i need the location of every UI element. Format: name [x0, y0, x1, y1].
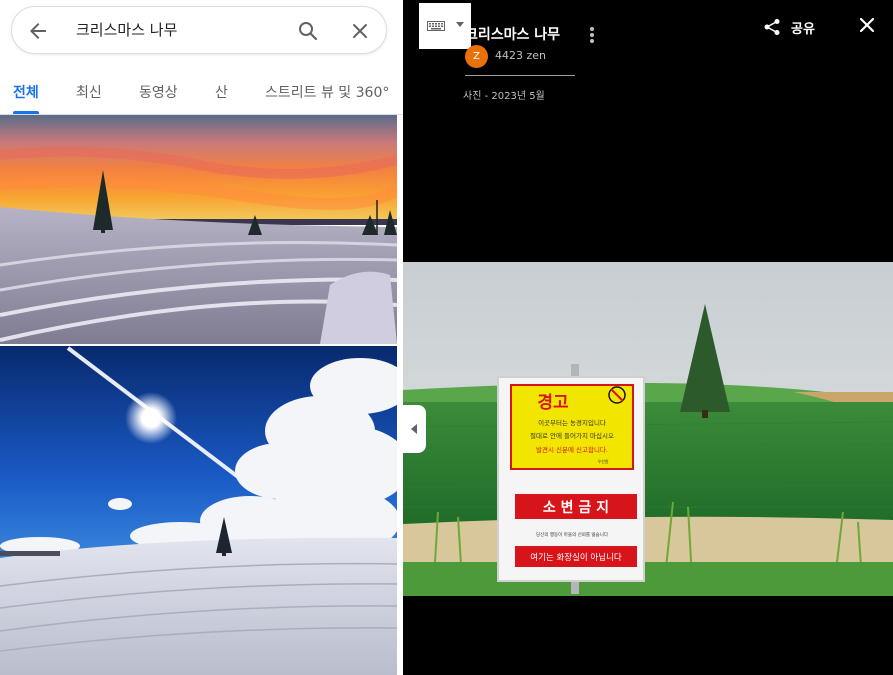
sign-small-middle: 당신의 행동이 마을의 신뢰를 잃습니다 — [536, 531, 609, 538]
tab-street-view[interactable]: 스트리트 뷰 및 360° — [265, 82, 389, 102]
chevron-down-icon — [456, 22, 464, 27]
sign-line-2: 절대로 안에 들어가지 마십시오 — [530, 431, 614, 440]
tab-videos[interactable]: 동영상 — [139, 82, 178, 102]
keyboard-icon — [427, 21, 445, 31]
chevron-left-icon — [411, 424, 417, 434]
close-icon[interactable] — [859, 17, 875, 33]
results-panel: 크리스마스 나무 전체 최신 동영상 산 스트리트 뷰 및 360° — [0, 0, 403, 675]
more-options-icon[interactable] — [588, 26, 596, 44]
sign-warning-title: 경고 — [537, 393, 569, 413]
share-icon — [764, 19, 780, 35]
app-window: 크리스마스 나무 전체 최신 동영상 산 스트리트 뷰 및 360° 경고 이곳… — [0, 0, 893, 675]
result-photo-sunset[interactable] — [0, 115, 397, 344]
tab-latest[interactable]: 최신 — [76, 82, 102, 102]
avatar[interactable]: Z — [465, 45, 488, 68]
input-tools-button[interactable] — [419, 3, 471, 49]
place-title[interactable]: 크리스마스 나무 — [465, 24, 560, 44]
author-name[interactable]: 4423 zen — [495, 49, 546, 62]
sign-small-footer: 우선원 — [597, 458, 608, 464]
photo-viewer: 경고 이곳부터는 농경지입니다 절대로 안에 들어가지 마십시오 발견시 신분에… — [403, 0, 893, 675]
result-photo-blue-sky[interactable] — [0, 346, 397, 675]
search-bar[interactable]: 크리스마스 나무 — [11, 6, 387, 54]
viewer-photo[interactable]: 경고 이곳부터는 농경지입니다 절대로 안에 들어가지 마십시오 발견시 신분에… — [403, 262, 893, 596]
arrow-back-icon[interactable] — [26, 19, 50, 43]
share-label: 공유 — [791, 22, 815, 37]
filter-tabs: 전체 최신 동영상 산 스트리트 뷰 및 360° — [0, 70, 403, 114]
search-icon[interactable] — [296, 19, 320, 43]
sign-banner-2: 여기는 화장실이 아닙니다 — [530, 552, 622, 563]
collapse-panel-button[interactable] — [403, 405, 426, 453]
sign-banner-1: 소 변 금 지 — [543, 500, 609, 516]
close-icon[interactable] — [348, 19, 372, 43]
tab-mountains[interactable]: 산 — [215, 82, 228, 102]
sign-line-3: 발견시 신분에 신고합니다. — [536, 445, 608, 454]
photo-date: 사진 - 2023년 5월 — [463, 91, 545, 102]
search-query[interactable]: 크리스마스 나무 — [76, 7, 177, 53]
tab-all[interactable]: 전체 — [13, 82, 39, 102]
divider — [465, 75, 575, 76]
sign-line-1: 이곳부터는 농경지입니다 — [538, 418, 606, 427]
